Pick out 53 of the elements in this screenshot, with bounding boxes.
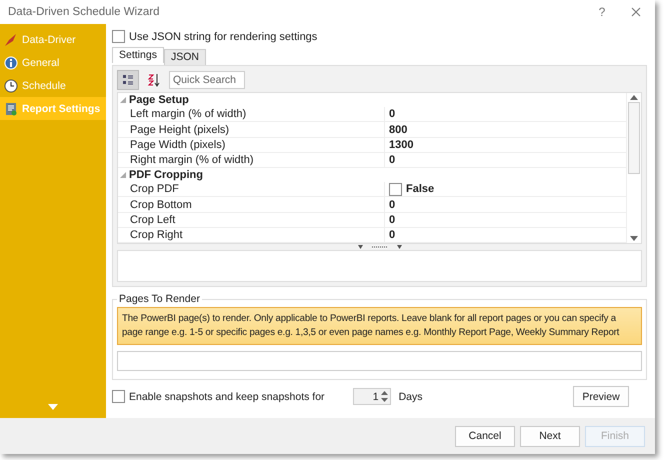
tab[interactable]: JSON	[164, 49, 206, 65]
property-name: Page Height (pixels)	[118, 122, 385, 137]
categorized-view-button[interactable]	[117, 70, 139, 90]
property-value[interactable]: 0	[385, 152, 396, 168]
category-header[interactable]: Page Setup	[118, 93, 626, 108]
property-name: Right margin (% of width)	[118, 152, 385, 168]
info-message: The PowerBI page(s) to render. Only applicable to PowerBI reports. Leave blank for all report pages or you can specify a page range e.g. 1-5 or specific pages e.g. 1,3,5 or even page names e.g. Monthly Report Page, Weekly Summary Report	[117, 307, 642, 345]
checkbox-label: Use JSON string for rendering settings	[129, 30, 318, 42]
property-value[interactable]: 0	[385, 107, 396, 122]
checkbox-label: Enable snapshots and keep snapshots for	[129, 390, 325, 402]
quick-search-field[interactable]: Quick Search	[169, 71, 245, 89]
down-arrow-icon[interactable]	[48, 404, 58, 410]
property-value: False	[406, 183, 434, 196]
days-label: Days	[398, 390, 422, 402]
checkbox[interactable]	[112, 30, 125, 43]
tab[interactable]: Settings	[112, 47, 164, 63]
splitter-handle-icon[interactable]	[358, 244, 402, 250]
property-value[interactable]: 800	[385, 122, 408, 137]
checkbox[interactable]	[112, 390, 125, 403]
info-icon	[4, 56, 18, 70]
list-icon	[122, 74, 134, 86]
spin-arrows-icon	[380, 391, 388, 402]
property-name: Crop Bottom	[118, 197, 385, 212]
sort-icon	[147, 73, 161, 87]
property-name: Crop PDF	[118, 182, 385, 196]
clock-icon	[4, 78, 18, 92]
close-icon	[631, 7, 641, 17]
property-checkbox[interactable]	[389, 182, 402, 196]
property-value[interactable]: 0	[385, 212, 396, 227]
report-icon	[4, 102, 18, 116]
brush-icon	[4, 32, 18, 46]
property-name: Left margin (% of width)	[118, 107, 385, 122]
property-value[interactable]: 1300	[385, 138, 414, 152]
category-header[interactable]: PDF Cropping	[118, 168, 626, 182]
property-value[interactable]: 0	[385, 228, 396, 242]
preview-button[interactable]: Preview	[573, 386, 629, 407]
property-name: Page Width (pixels)	[118, 138, 385, 152]
window-title: Data-Driven Schedule Wizard	[8, 6, 160, 18]
group-title: Pages To Render	[118, 293, 201, 305]
pages-input-field[interactable]	[117, 351, 642, 371]
scrollbar[interactable]	[626, 93, 641, 243]
property-name: Crop Right	[118, 228, 385, 242]
expander-icon[interactable]	[120, 97, 126, 104]
property-name: Crop Left	[118, 212, 385, 227]
property-value[interactable]: 0	[385, 197, 396, 212]
wizard-button[interactable]: Next	[520, 426, 580, 446]
days-spinner[interactable]: 1	[352, 388, 391, 405]
scroll-up-icon[interactable]	[630, 95, 638, 100]
expander-icon[interactable]	[120, 172, 126, 178]
scroll-down-icon[interactable]	[630, 236, 638, 241]
wizard-button[interactable]: Cancel	[455, 426, 515, 446]
scroll-thumb[interactable]	[628, 102, 640, 174]
help-button[interactable]: ?	[589, 5, 615, 19]
